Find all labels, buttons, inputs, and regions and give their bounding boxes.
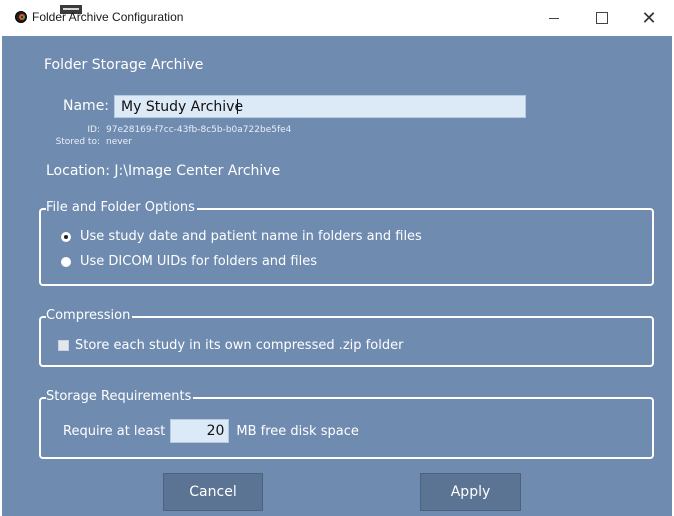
minimize-button[interactable] (532, 4, 576, 32)
storage-requirements-group: Storage Requirements Require at least 20… (39, 389, 654, 459)
radio-selected-icon[interactable] (61, 231, 71, 242)
app-logo-icon (15, 11, 27, 23)
section-title: Folder Storage Archive (44, 57, 204, 73)
window-title: Folder Archive Configuration (32, 10, 184, 24)
location-text: Location: J:\Image Center Archive (46, 163, 281, 179)
radio-dicom-uids-label: Use DICOM UIDs for folders and files (80, 254, 317, 269)
id-value: 97e28169-f7cc-43fb-8c5b-b0a722be5fe4 (106, 125, 292, 135)
file-folder-options-group: File and Folder Options Use study date a… (39, 200, 654, 286)
compression-group: Compression Store each study in its own … (39, 308, 654, 367)
name-field[interactable]: My Study Archive (114, 95, 526, 118)
radio-dicom-uids-option[interactable]: Use DICOM UIDs for folders and files (61, 254, 317, 269)
storage-requirements-legend: Storage Requirements (46, 389, 194, 405)
compression-checkbox-row[interactable]: Store each study in its own compressed .… (58, 338, 403, 353)
compression-legend: Compression (46, 308, 133, 324)
cancel-button[interactable]: Cancel (163, 473, 263, 511)
maximize-button[interactable] (580, 4, 624, 32)
dialog-body: Folder Storage Archive Name: My Study Ar… (2, 36, 672, 516)
require-suffix-text: MB free disk space (236, 423, 359, 439)
radio-unselected-icon[interactable] (61, 256, 71, 267)
stored-to-label: Stored to: (55, 137, 100, 147)
stored-to-value: never (106, 137, 132, 147)
compression-checkbox-label: Store each study in its own compressed .… (75, 338, 404, 353)
name-label: Name: (63, 98, 110, 114)
file-folder-options-legend: File and Folder Options (46, 200, 197, 216)
compression-checkbox[interactable] (58, 340, 69, 351)
close-button[interactable]: ✕ (627, 4, 671, 32)
id-label: ID: (87, 125, 100, 135)
radio-study-date-label: Use study date and patient name in folde… (80, 229, 422, 244)
storage-requirement-row: Require at least 20 MB free disk space (63, 419, 359, 443)
min-free-mb-input[interactable]: 20 (170, 419, 230, 443)
radio-study-date-option[interactable]: Use study date and patient name in folde… (61, 229, 422, 244)
apply-button[interactable]: Apply (420, 473, 521, 511)
require-prefix-text: Require at least (63, 423, 166, 439)
title-bar: Folder Archive Configuration ✕ (0, 0, 674, 36)
